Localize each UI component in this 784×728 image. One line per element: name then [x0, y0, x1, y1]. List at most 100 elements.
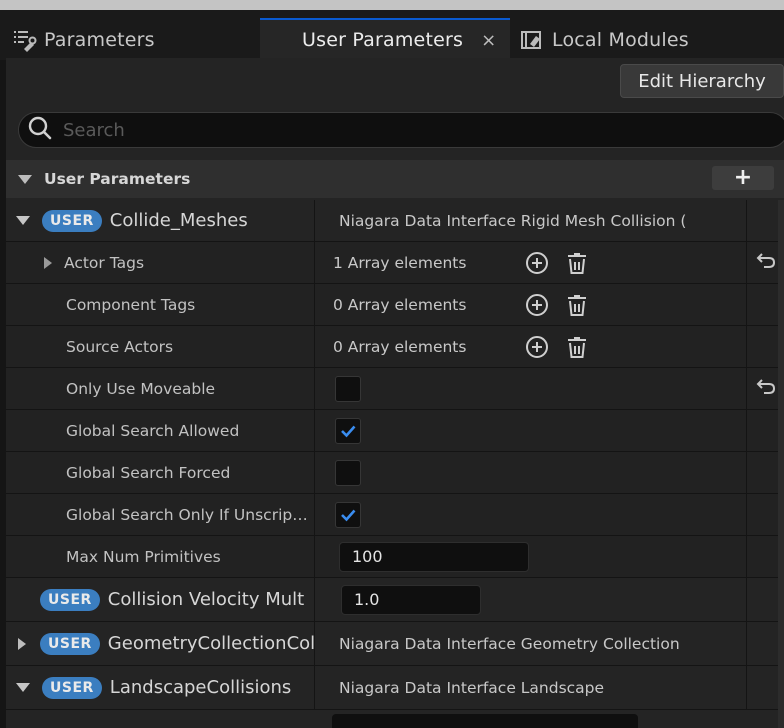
child-row-source-actors: Source Actors 0 Array elements [6, 326, 784, 368]
param-value-cell: Niagara Data Interface Landscape [314, 666, 746, 709]
tab-user-parameters-label: User Parameters [302, 29, 464, 51]
child-name-cell: Only Use Moveable [6, 368, 314, 409]
child-value-cell: 100 [314, 536, 746, 577]
chevron-down-icon[interactable] [16, 683, 30, 692]
child-value-cell: 0 Array elements [314, 284, 746, 325]
close-tab-icon[interactable]: × [481, 30, 496, 51]
user-parameters-panel-window: Parameters User Parameters × Local Modul… [0, 0, 784, 728]
child-name-cell: Source Actors [6, 326, 314, 367]
child-value-cell [314, 368, 746, 409]
param-name-cell: USER LandscapeCollisions [6, 666, 314, 709]
child-row-global-search-only-if: Global Search Only If Unscript... [6, 494, 784, 536]
trash-icon[interactable] [563, 249, 591, 277]
add-parameter-button[interactable]: + [712, 166, 774, 190]
parameters-icon [10, 26, 38, 54]
tab-local-modules[interactable]: Local Modules [518, 20, 689, 60]
child-value-cell [314, 494, 746, 535]
section-title: User Parameters [44, 170, 191, 188]
array-count: 0 Array elements [333, 337, 467, 356]
param-row-geometry-collection: USER GeometryCollectionCol Niagara Data … [6, 622, 784, 666]
param-name[interactable]: Collide_Meshes [110, 210, 248, 231]
tab-bar: Parameters User Parameters × Local Modul… [0, 10, 784, 60]
collision-velocity-mult-input[interactable]: 1.0 [341, 584, 481, 615]
param-name-cell: USER Collide_Meshes [6, 200, 314, 241]
add-element-icon[interactable] [523, 291, 551, 319]
param-name-cell: USER GeometryCollectionCol [6, 622, 314, 665]
chevron-right-icon[interactable] [18, 637, 26, 650]
child-name-cell: Actor Tags [6, 242, 314, 283]
param-type: Niagara Data Interface Rigid Mesh Collis… [339, 211, 687, 230]
top-window-strip [0, 0, 784, 10]
global-search-only-if-checkbox[interactable] [335, 501, 361, 528]
child-label: Global Search Only If Unscript... [66, 505, 310, 524]
child-value-cell: 0 Array elements [314, 326, 746, 367]
user-badge: USER [42, 209, 102, 232]
child-label: Global Search Forced [66, 463, 231, 482]
chevron-right-icon[interactable] [44, 256, 52, 269]
param-value-cell: 1.0 [314, 578, 746, 621]
param-name-cell: USER Collision Velocity Mult [6, 578, 314, 621]
parameter-list: USER Collide_Meshes Niagara Data Interfa… [6, 200, 784, 710]
global-search-forced-checkbox[interactable] [335, 459, 361, 486]
child-label: Component Tags [66, 295, 196, 314]
child-label: Source Actors [66, 337, 174, 356]
tab-user-parameters[interactable]: User Parameters × [260, 18, 510, 60]
search-input[interactable] [63, 119, 663, 141]
trash-icon[interactable] [563, 333, 591, 361]
reset-to-default-icon[interactable] [755, 376, 777, 402]
edit-hierarchy-button[interactable]: Edit Hierarchy [620, 64, 784, 98]
child-row-only-use-moveable: Only Use Moveable [6, 368, 784, 410]
tab-parameters[interactable]: Parameters [10, 20, 155, 60]
plus-icon: + [733, 165, 753, 190]
trash-icon[interactable] [563, 291, 591, 319]
child-value-cell [314, 452, 746, 493]
only-use-moveable-checkbox[interactable] [335, 375, 361, 402]
local-modules-icon [518, 26, 546, 54]
chevron-down-icon[interactable] [16, 216, 30, 225]
user-badge: USER [42, 676, 102, 699]
add-element-icon[interactable] [523, 333, 551, 361]
child-row-actor-tags: Actor Tags 1 Array elements [6, 242, 784, 284]
chevron-down-icon[interactable] [18, 174, 32, 184]
child-value-cell [314, 410, 746, 451]
reset-to-default-icon[interactable] [755, 250, 777, 276]
child-row-component-tags: Component Tags 0 Array elements [6, 284, 784, 326]
child-name-cell: Max Num Primitives [6, 536, 314, 577]
global-search-allowed-checkbox[interactable] [335, 417, 361, 444]
array-count: 0 Array elements [333, 295, 467, 314]
partial-row-input[interactable] [332, 714, 638, 728]
child-name-cell: Global Search Allowed [6, 410, 314, 451]
param-value-cell: Niagara Data Interface Rigid Mesh Collis… [314, 200, 746, 241]
search-icon [27, 115, 53, 145]
child-row-global-search-allowed: Global Search Allowed [6, 410, 784, 452]
child-name-cell: Component Tags [6, 284, 314, 325]
param-row-collision-velocity-mult: USER Collision Velocity Mult 1.0 [6, 578, 784, 622]
tab-local-modules-label: Local Modules [552, 29, 689, 51]
user-parameters-section-header[interactable]: User Parameters [6, 160, 784, 198]
user-badge: USER [40, 588, 100, 611]
child-label: Max Num Primitives [66, 547, 221, 566]
child-name-cell: Global Search Only If Unscript... [6, 494, 314, 535]
param-type: Niagara Data Interface Geometry Collecti… [339, 634, 680, 653]
param-row-collide-meshes: USER Collide_Meshes Niagara Data Interfa… [6, 200, 784, 242]
param-name[interactable]: GeometryCollectionCol [108, 633, 314, 654]
array-count: 1 Array elements [333, 253, 467, 272]
param-row-landscape-collisions: USER LandscapeCollisions Niagara Data In… [6, 666, 784, 710]
add-element-icon[interactable] [523, 249, 551, 277]
param-name[interactable]: LandscapeCollisions [110, 677, 291, 698]
param-type: Niagara Data Interface Landscape [339, 678, 605, 697]
param-value-cell: Niagara Data Interface Geometry Collecti… [314, 622, 746, 665]
child-row-global-search-forced: Global Search Forced [6, 452, 784, 494]
param-name[interactable]: Collision Velocity Mult [108, 589, 304, 610]
tab-parameters-label: Parameters [44, 29, 155, 51]
checkmark-icon [341, 509, 356, 521]
user-badge: USER [40, 632, 100, 655]
search-box[interactable] [18, 112, 784, 148]
child-label: Only Use Moveable [66, 379, 216, 398]
scrollbar[interactable] [778, 200, 784, 728]
child-label: Actor Tags [64, 253, 145, 272]
max-num-primitives-input[interactable]: 100 [339, 541, 529, 572]
child-name-cell: Global Search Forced [6, 452, 314, 493]
child-value-cell: 1 Array elements [314, 242, 746, 283]
child-row-max-num-primitives: Max Num Primitives 100 [6, 536, 784, 578]
